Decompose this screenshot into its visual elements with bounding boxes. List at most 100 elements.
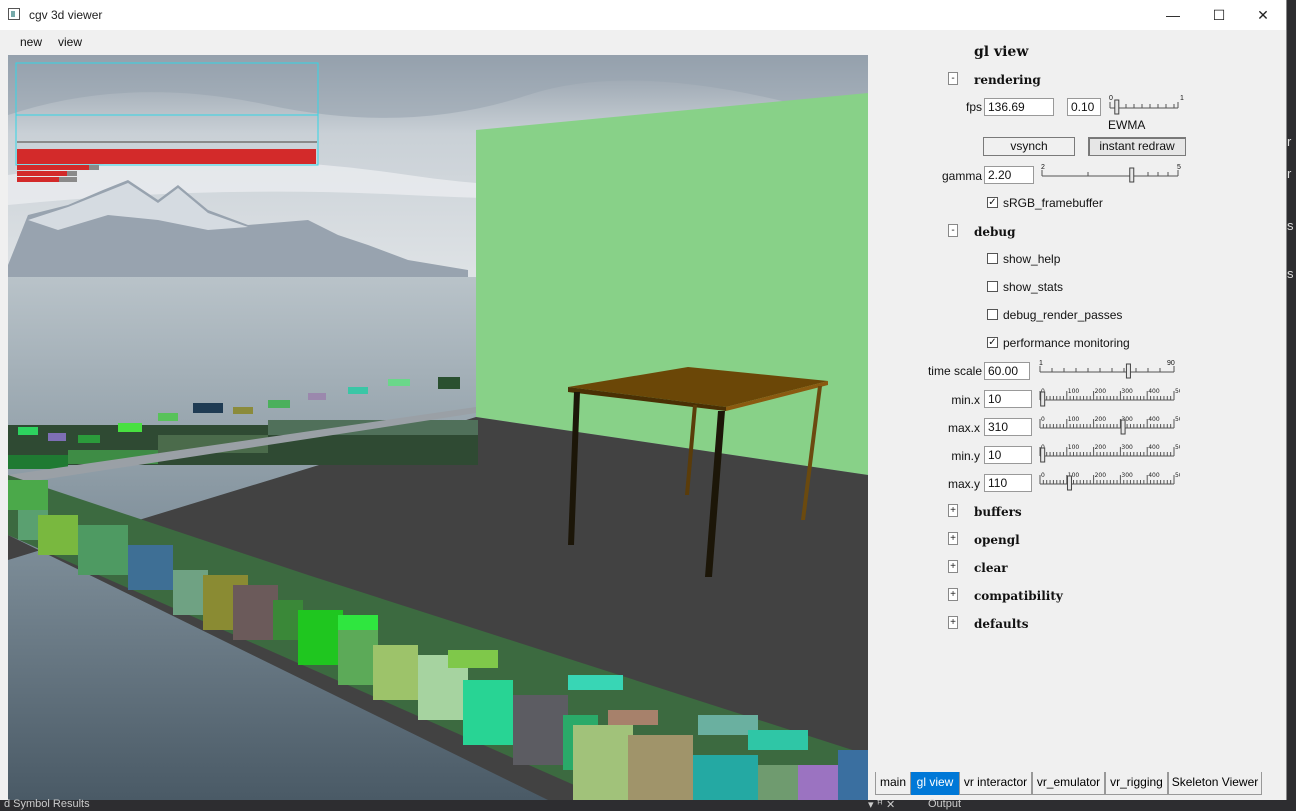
slider-thumb	[1125, 363, 1131, 379]
menu-new[interactable]: new	[20, 35, 42, 49]
pane-controls[interactable]: ▾ ꟸ ✕	[868, 798, 895, 811]
slider-tick-label: 500	[1175, 416, 1180, 423]
ewma-min-tick: 0	[1109, 95, 1113, 102]
max-y-slider[interactable]: 0100200300400500	[1036, 472, 1180, 492]
output-tab[interactable]: Output	[928, 798, 961, 810]
slider-tick-label: 100	[1068, 416, 1080, 423]
slider-tick-label: 500	[1175, 472, 1180, 479]
gamma-max-tick: 5	[1177, 164, 1181, 171]
gamma-label: gamma	[941, 169, 982, 183]
time-scale-slider[interactable]	[1036, 360, 1180, 380]
show-help-checkbox[interactable]	[987, 253, 998, 264]
fps-field[interactable]: 136.69	[984, 98, 1054, 116]
opengl-expand-toggle[interactable]: +	[948, 532, 958, 545]
ewma-max-tick: 1	[1180, 95, 1184, 102]
tab-skeleton-viewer[interactable]: Skeleton Viewer	[1168, 772, 1262, 795]
buffers-expand-toggle[interactable]: +	[948, 504, 958, 517]
show-stats-label: show_stats	[1003, 280, 1064, 294]
time-scale-field[interactable]: 60.00	[984, 362, 1030, 380]
slider-thumb	[1120, 419, 1126, 435]
performance-monitoring-label: performance monitoring	[1003, 336, 1130, 350]
ewma-slider[interactable]	[1106, 96, 1182, 116]
tab-vr-interactor[interactable]: vr interactor	[959, 772, 1032, 795]
defaults-header[interactable]: defaults	[974, 617, 1029, 631]
gamma-slider[interactable]	[1038, 164, 1182, 184]
slider-tick-label: 300	[1121, 444, 1133, 451]
tab-main[interactable]: main	[875, 772, 911, 795]
slider-tick-label: 500	[1175, 388, 1180, 395]
min-y-slider[interactable]: 0100200300400500	[1036, 444, 1180, 464]
close-button[interactable]: ✕	[1240, 0, 1286, 30]
buffers-header[interactable]: buffers	[974, 505, 1022, 519]
debug-collapse-toggle[interactable]: -	[948, 224, 958, 237]
debug-render-passes-checkbox[interactable]	[987, 309, 998, 320]
time-scale-min-tick: 1	[1039, 360, 1043, 367]
slider-tick-label: 0	[1041, 472, 1045, 479]
min-y-label: min.y	[951, 449, 980, 463]
show-help-label: show_help	[1003, 252, 1061, 266]
slider-thumb	[1040, 447, 1046, 463]
slider-tick-label: 200	[1095, 416, 1107, 423]
clear-expand-toggle[interactable]: +	[948, 560, 958, 573]
3d-viewport[interactable]	[8, 55, 868, 800]
tab-vr-rigging[interactable]: vr_rigging	[1105, 772, 1168, 795]
show-stats-checkbox[interactable]	[987, 281, 998, 292]
slider-tick-label: 0	[1041, 416, 1045, 423]
debug-render-passes-label: debug_render_passes	[1003, 308, 1123, 322]
min-x-field[interactable]: 10	[984, 390, 1032, 408]
time-scale-max-tick: 90	[1167, 360, 1175, 367]
background-ide-bottom	[0, 800, 1296, 807]
rendering-header: rendering	[974, 73, 1041, 87]
slider-tick-label: 400	[1148, 416, 1160, 423]
ide-edge-text: r	[1287, 134, 1292, 149]
ide-edge-text: s	[1287, 218, 1294, 233]
compatibility-expand-toggle[interactable]: +	[948, 588, 958, 601]
ide-edge-text: s	[1287, 266, 1294, 281]
fps-label: fps	[965, 100, 982, 114]
min-y-field[interactable]: 10	[984, 446, 1032, 464]
slider-tick-label: 500	[1175, 444, 1180, 451]
srgb-framebuffer-checkbox[interactable]: ✓	[987, 197, 998, 208]
tab-vr-emulator[interactable]: vr_emulator	[1032, 772, 1105, 795]
gamma-field[interactable]: 2.20	[984, 166, 1034, 184]
ewma-field[interactable]: 0.10	[1067, 98, 1101, 116]
compatibility-header[interactable]: compatibility	[974, 589, 1063, 603]
min-x-slider[interactable]: 0100200300400500	[1036, 388, 1180, 408]
app-icon	[8, 8, 20, 20]
max-y-field[interactable]: 110	[984, 474, 1032, 492]
tab-gl-view[interactable]: gl view	[911, 772, 959, 795]
min-x-label: min.x	[951, 393, 980, 407]
slider-tick-label: 400	[1148, 472, 1160, 479]
app-window: cgv 3d viewer — ☐ ✕ new view gl view - r…	[0, 0, 1287, 807]
slider-tick-label: 200	[1095, 388, 1107, 395]
maximize-button[interactable]: ☐	[1196, 0, 1242, 30]
defaults-expand-toggle[interactable]: +	[948, 616, 958, 629]
slider-tick-label: 400	[1148, 444, 1160, 451]
slider-tick-label: 400	[1148, 388, 1160, 395]
slider-tick-label: 200	[1095, 444, 1107, 451]
slider-tick-label: 100	[1068, 444, 1080, 451]
menu-view[interactable]: view	[58, 35, 82, 49]
ewma-label: EWMA	[1108, 118, 1146, 132]
instant-redraw-button[interactable]: instant redraw	[1088, 137, 1186, 156]
gamma-min-tick: 2	[1041, 164, 1045, 171]
clear-header[interactable]: clear	[974, 561, 1008, 575]
opengl-header[interactable]: opengl	[974, 533, 1020, 547]
max-x-field[interactable]: 310	[984, 418, 1032, 436]
max-x-slider[interactable]: 0100200300400500	[1036, 416, 1180, 436]
performance-monitoring-checkbox[interactable]: ✓	[987, 337, 998, 348]
symbol-results-tab[interactable]: d Symbol Results	[4, 798, 90, 810]
vsynch-button[interactable]: vsynch	[983, 137, 1075, 156]
slider-thumb	[1114, 99, 1120, 115]
rendering-collapse-toggle[interactable]: -	[948, 72, 958, 85]
minimize-button[interactable]: —	[1150, 0, 1196, 30]
slider-thumb	[1066, 475, 1072, 491]
slider-tick-label: 300	[1121, 472, 1133, 479]
slider-tick-label: 200	[1095, 472, 1107, 479]
panel-title: gl view	[974, 44, 1029, 60]
srgb-framebuffer-label: sRGB_framebuffer	[1003, 196, 1103, 210]
scene-render	[8, 55, 868, 800]
green-wall	[476, 93, 868, 475]
slider-thumb	[1129, 167, 1135, 183]
gl-view-panel: gl view - rendering fps 136.69 0.10 0 1 …	[870, 36, 1286, 771]
